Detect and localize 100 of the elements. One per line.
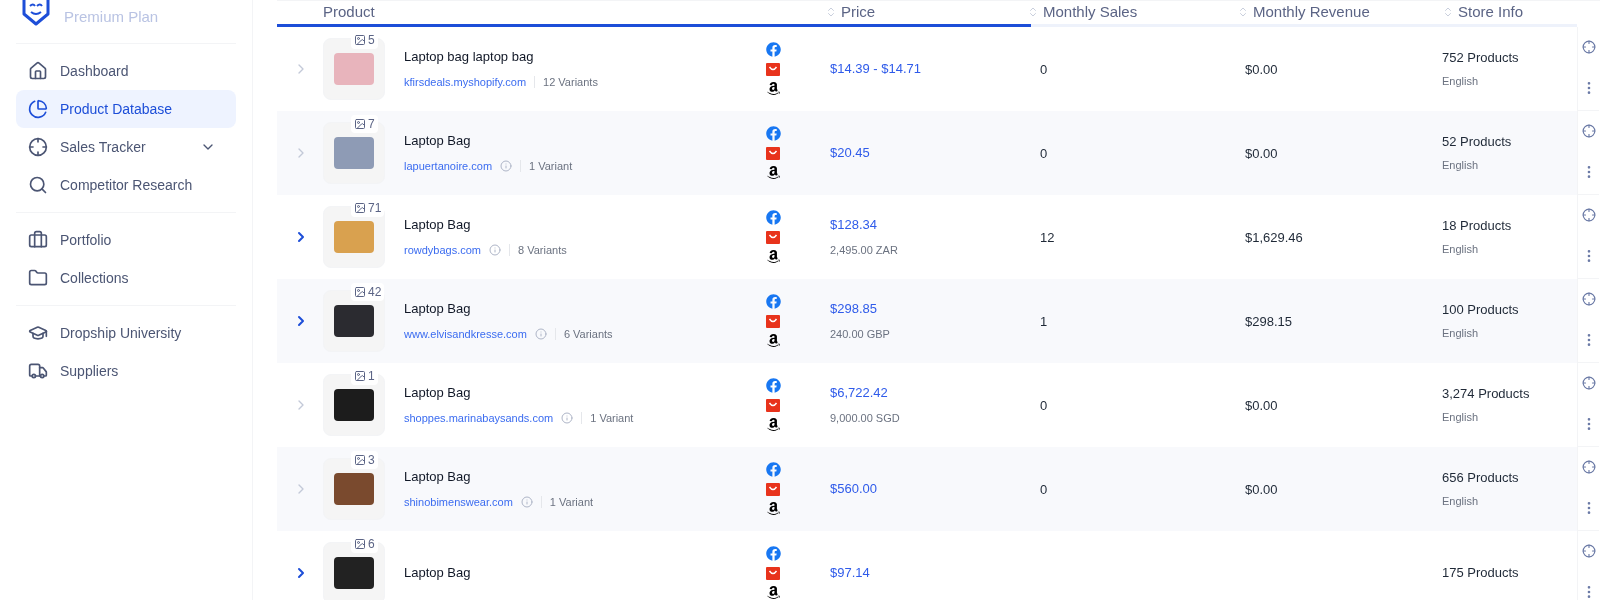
facebook-icon[interactable] bbox=[765, 545, 781, 561]
nav-item[interactable]: Suppliers bbox=[16, 352, 236, 390]
shopping-bag-icon[interactable] bbox=[765, 396, 781, 413]
product-title[interactable]: Laptop Bag bbox=[404, 298, 757, 318]
crosshair-icon bbox=[28, 137, 48, 157]
facebook-icon[interactable] bbox=[765, 377, 781, 393]
shopping-bag-icon[interactable] bbox=[765, 228, 781, 245]
product-title[interactable]: Laptop Bag bbox=[404, 562, 757, 583]
facebook-icon[interactable] bbox=[765, 293, 781, 309]
shopping-bag-icon[interactable] bbox=[765, 144, 781, 161]
monthly-revenue: $0.00 bbox=[1245, 145, 1278, 161]
photo-placeholder bbox=[323, 373, 385, 436]
photo-placeholder bbox=[323, 457, 385, 520]
monthly-revenue: $0.00 bbox=[1245, 397, 1278, 413]
price: $97.14 bbox=[830, 563, 871, 582]
store-products: 175 Products bbox=[1442, 563, 1520, 582]
nav-item[interactable]: Dashboard bbox=[16, 52, 236, 90]
product-title[interactable]: Laptop bag laptop bag bbox=[404, 46, 757, 66]
store-link[interactable]: rowdybags.com bbox=[404, 242, 482, 259]
store-link[interactable]: shinobimenswear.com bbox=[404, 494, 513, 511]
store-language: English bbox=[1442, 158, 1480, 173]
facebook-icon[interactable] bbox=[765, 41, 781, 57]
store-language: English bbox=[1442, 326, 1480, 341]
store-language: English bbox=[1442, 242, 1480, 257]
variant-count: 8 Variants bbox=[518, 243, 567, 258]
image-icon bbox=[354, 369, 366, 382]
column-header[interactable]: Store Info bbox=[1442, 1, 1572, 24]
amazon-icon[interactable] bbox=[765, 80, 781, 96]
shield-logo-icon bbox=[20, 0, 52, 28]
monthly-revenue: $298.15 bbox=[1245, 313, 1292, 329]
facebook-icon[interactable] bbox=[765, 461, 781, 477]
local-price: 2,495.00 ZAR bbox=[830, 243, 899, 258]
shopping-bag-icon[interactable] bbox=[765, 480, 781, 497]
crosshair-icon[interactable] bbox=[1581, 459, 1596, 474]
nav-item[interactable]: Competitor Research bbox=[16, 166, 236, 204]
monthly-sales: 0 bbox=[1040, 481, 1048, 497]
nav-item[interactable]: Collections bbox=[16, 259, 236, 297]
amazon-icon[interactable] bbox=[765, 584, 781, 600]
briefcase-icon bbox=[28, 230, 48, 250]
product-title[interactable]: Laptop Bag bbox=[404, 214, 757, 234]
price: $298.85 bbox=[830, 299, 878, 318]
photo-placeholder bbox=[323, 37, 385, 100]
store-products: 3,274 Products bbox=[1442, 384, 1531, 403]
variant-count: 1 Variant bbox=[529, 159, 573, 174]
amazon-icon[interactable] bbox=[765, 416, 781, 432]
image-count-badge: 7 bbox=[351, 114, 378, 133]
store-link[interactable]: shoppes.marinabaysands.com bbox=[404, 410, 554, 427]
store-products: 52 Products bbox=[1442, 132, 1513, 151]
variant-count: 1 Variant bbox=[549, 495, 594, 510]
local-price: 240.00 GBP bbox=[830, 327, 891, 342]
column-header[interactable]: Price bbox=[807, 1, 1027, 24]
store-link[interactable]: www.elvisandkresse.com bbox=[404, 326, 527, 343]
store-link[interactable]: kfirsdeals.myshopify.com bbox=[404, 74, 527, 91]
price: $128.34 bbox=[830, 215, 878, 234]
column-header[interactable]: Product bbox=[277, 1, 807, 24]
store-language: English bbox=[1442, 410, 1480, 425]
facebook-icon[interactable] bbox=[765, 209, 781, 225]
nav-item[interactable]: Sales Tracker bbox=[16, 128, 236, 166]
price: $560.00 bbox=[830, 479, 878, 498]
shopping-bag-icon[interactable] bbox=[765, 312, 781, 329]
product-title[interactable]: Laptop Bag bbox=[404, 130, 757, 150]
shopping-bag-icon[interactable] bbox=[765, 564, 781, 581]
product-title[interactable]: Laptop Bag bbox=[404, 466, 757, 486]
image-icon bbox=[354, 33, 366, 46]
local-price: 9,000.00 SGD bbox=[830, 411, 901, 426]
price: $6,722.42 bbox=[830, 383, 889, 402]
column-header[interactable]: Monthly Sales bbox=[1027, 1, 1237, 24]
search-icon bbox=[28, 175, 48, 195]
photo-placeholder bbox=[323, 289, 385, 352]
nav-item[interactable]: Dropship University bbox=[16, 314, 236, 352]
store-link[interactable]: lapuertanoire.com bbox=[404, 158, 493, 175]
crosshair-icon[interactable] bbox=[1581, 291, 1596, 306]
product-title[interactable]: Laptop Bag bbox=[404, 382, 757, 402]
crosshair-icon[interactable] bbox=[1581, 39, 1596, 54]
shopping-bag-icon[interactable] bbox=[765, 60, 781, 77]
variant-count: 6 Variants bbox=[563, 327, 613, 342]
nav-item[interactable]: Product Database bbox=[16, 90, 236, 128]
crosshair-icon[interactable] bbox=[1581, 543, 1596, 558]
price: $14.39 - $14.71 bbox=[830, 59, 923, 78]
variant-count: 12 Variants bbox=[543, 75, 598, 90]
nav-item[interactable]: Portfolio bbox=[16, 221, 236, 259]
price: $20.45 bbox=[830, 143, 871, 162]
image-count-badge: 42 bbox=[351, 282, 385, 301]
amazon-icon[interactable] bbox=[765, 332, 781, 348]
amazon-icon[interactable] bbox=[765, 500, 781, 516]
store-products: 752 Products bbox=[1442, 48, 1520, 67]
image-icon bbox=[354, 537, 366, 550]
column-header[interactable]: Monthly Revenue bbox=[1237, 1, 1442, 24]
photo-placeholder bbox=[323, 205, 385, 268]
pie-chart-icon bbox=[28, 99, 48, 119]
amazon-icon[interactable] bbox=[765, 248, 781, 264]
amazon-icon[interactable] bbox=[765, 164, 781, 180]
image-icon bbox=[354, 117, 366, 130]
crosshair-icon[interactable] bbox=[1581, 123, 1596, 138]
variant-count: 1 Variant bbox=[590, 411, 634, 426]
crosshair-icon[interactable] bbox=[1581, 207, 1596, 222]
crosshair-icon[interactable] bbox=[1581, 375, 1596, 390]
facebook-icon[interactable] bbox=[765, 125, 781, 141]
plan-label: Premium Plan bbox=[64, 7, 159, 27]
image-icon bbox=[354, 285, 366, 298]
